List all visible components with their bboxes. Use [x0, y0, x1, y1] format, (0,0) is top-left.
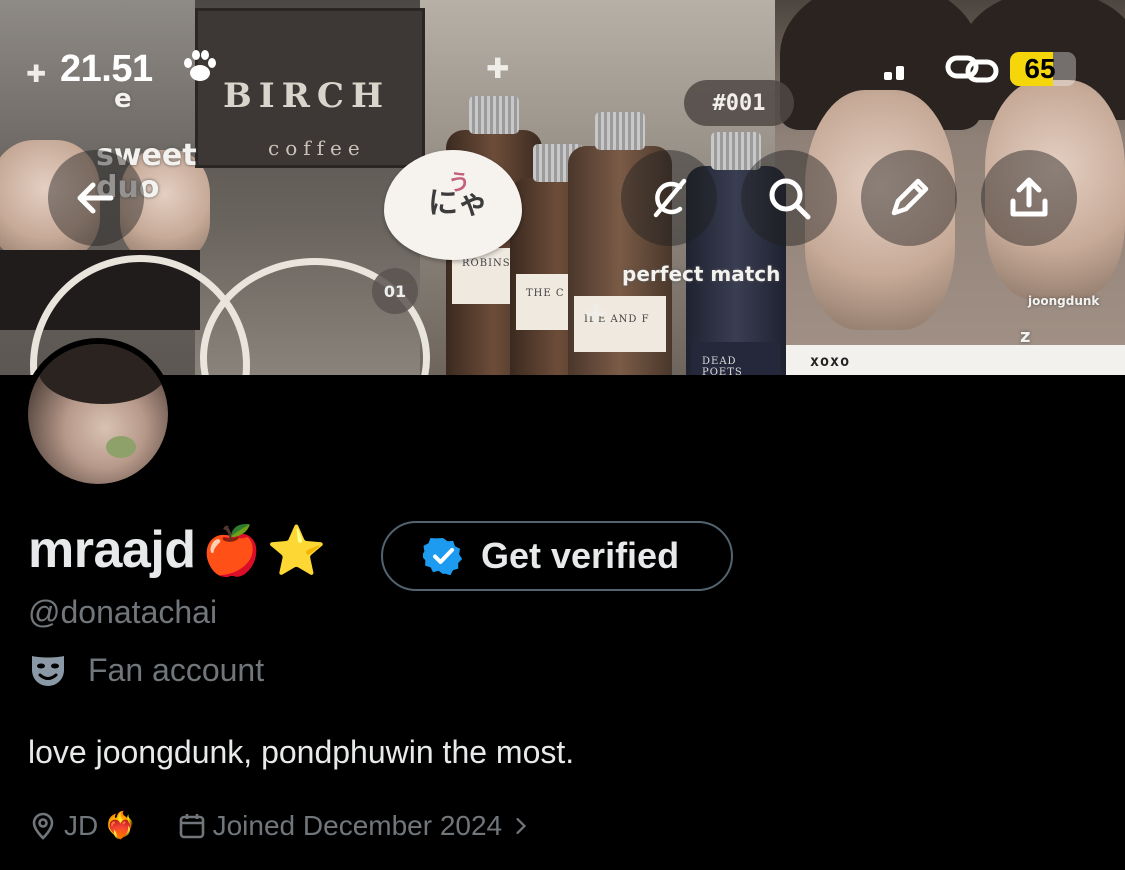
grok-button[interactable] — [621, 150, 717, 246]
star-icon: ⭐ — [266, 522, 327, 579]
heart-on-fire-icon: ❤️‍🔥 — [104, 811, 137, 841]
back-arrow-icon — [77, 182, 114, 214]
profile-name-text: mraajd — [28, 521, 196, 579]
back-button[interactable] — [48, 150, 144, 246]
avatar-hair — [38, 344, 168, 404]
status-bar: 21.51 65 — [0, 40, 1125, 100]
bottle-label: DEAD POETS — [692, 342, 780, 375]
sticker-tag-01: 01 — [372, 268, 418, 314]
grok-icon — [653, 178, 687, 218]
status-time: 21.51 — [60, 48, 153, 90]
link-icon — [944, 48, 1000, 88]
share-button[interactable] — [981, 150, 1077, 246]
sticker-joongdunk: joongdunk — [1028, 294, 1100, 308]
sign-subtitle: coffee — [268, 136, 366, 160]
profile-joined[interactable]: Joined December 2024 — [177, 810, 535, 842]
search-button[interactable] — [741, 150, 837, 246]
sparkle-icon: ✚ — [585, 300, 607, 330]
verified-badge-icon — [423, 538, 463, 576]
avatar-image — [28, 344, 168, 484]
calendar-icon — [179, 814, 204, 839]
profile-category-label: Fan account — [88, 651, 265, 688]
bottle-label-text: THE C — [526, 288, 565, 299]
bottle-cap — [469, 96, 519, 134]
sticker-perfect-match: perfect match — [622, 262, 781, 286]
location-text: JD — [64, 810, 99, 841]
bottle-label-text: DEAD POETS — [702, 356, 743, 375]
share-icon — [1010, 177, 1048, 217]
signal-icon — [884, 66, 908, 80]
get-verified-button[interactable]: Get verified — [381, 521, 733, 591]
profile-handle: @donatachai — [28, 594, 218, 630]
profile-meta: JD ❤️‍🔥 Joined December 2024 — [28, 806, 534, 846]
bottle-label-text: ROBINS — [462, 258, 511, 269]
sticker-letter-z: z — [1020, 326, 1031, 347]
profile-location: JD ❤️‍🔥 — [28, 810, 137, 842]
profile-bio: love joongdunk, pondphuwin the most. — [28, 734, 575, 770]
bottle-cap — [595, 112, 645, 150]
apple-icon: 🍎 — [201, 522, 262, 579]
location-pin-icon — [32, 812, 54, 840]
theater-masks-icon — [32, 656, 64, 686]
avatar[interactable] — [22, 338, 174, 490]
paw-icon — [180, 46, 220, 95]
signal-bar — [896, 66, 904, 80]
search-icon — [769, 178, 811, 220]
signal-bar — [884, 72, 892, 80]
sticker-nya: にゃ — [428, 186, 488, 221]
joined-text: Joined December 2024 — [212, 810, 503, 841]
get-verified-label: Get verified — [481, 535, 680, 576]
battery-icon: 65 — [1010, 52, 1076, 86]
pencil-icon — [891, 178, 929, 216]
battery-percent: 65 — [1024, 53, 1056, 84]
profile-name: mraajd 🍎 ⭐ — [28, 520, 327, 580]
sticker-xoxo: xoxo — [810, 352, 851, 370]
avatar-food — [106, 436, 136, 458]
profile-category: Fan account — [28, 648, 264, 692]
edit-button[interactable] — [861, 150, 957, 246]
chevron-right-icon — [516, 817, 527, 835]
